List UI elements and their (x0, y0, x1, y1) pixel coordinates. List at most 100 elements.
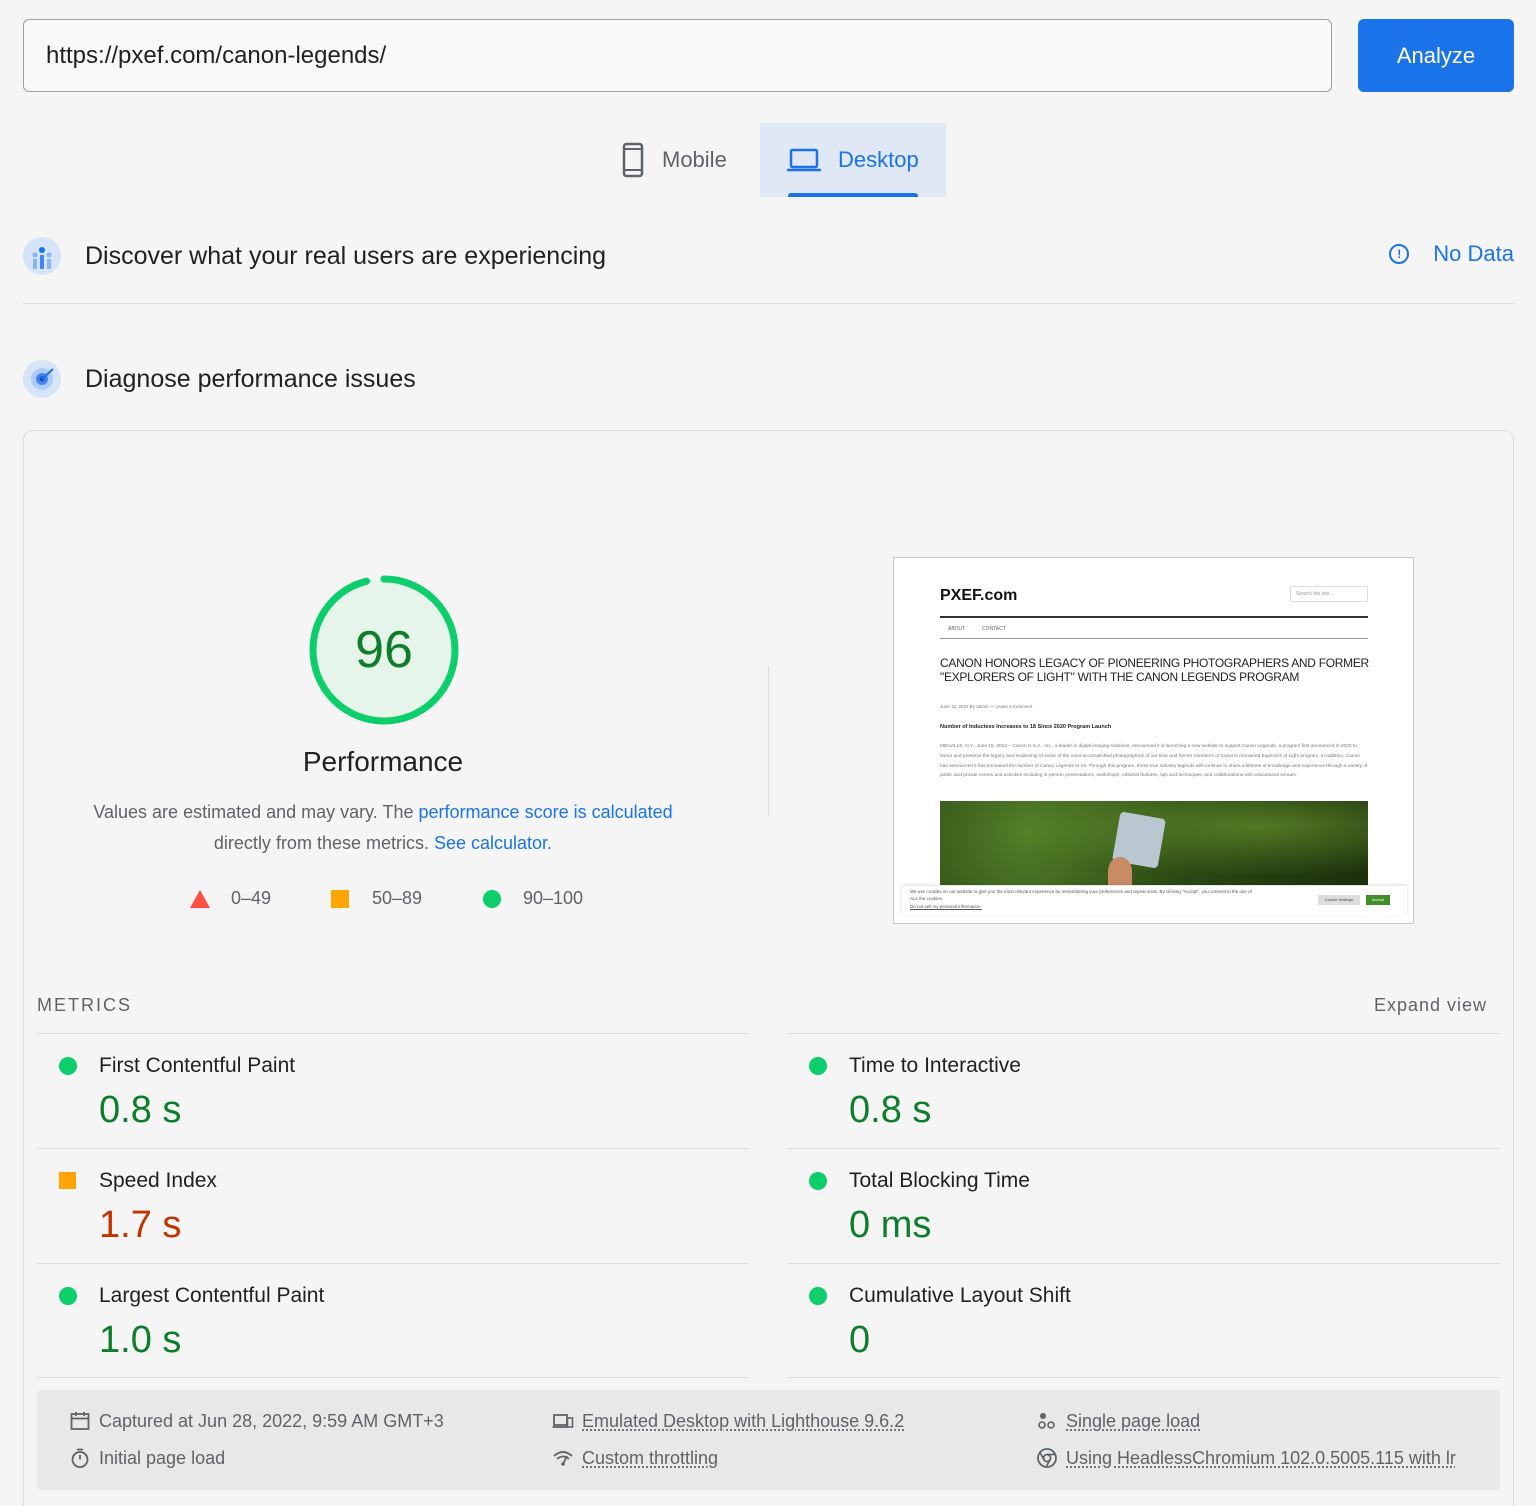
preview-site-name: PXEF.com (940, 587, 1018, 604)
preview-cookie-settings: Cookie Settings (1318, 895, 1360, 905)
metric-divider (37, 1263, 749, 1264)
session-icon (1038, 1413, 1055, 1429)
url-input[interactable] (23, 19, 1332, 92)
initial-load: Initial page load (69, 1447, 225, 1469)
metric-tti-name: Time to Interactive (849, 1054, 1021, 1077)
see-calculator-link[interactable]: See calculator. (434, 833, 552, 853)
laptop-icon (787, 148, 821, 172)
metric-lcp-name: Largest Contentful Paint (99, 1284, 325, 1307)
average-square-icon (59, 1172, 76, 1189)
section-divider (23, 303, 1514, 304)
metric-si-name: Speed Index (99, 1169, 217, 1192)
browser-version-text: Using HeadlessChromium 102.0.5005.115 wi… (1066, 1447, 1456, 1468)
captured-at: Captured at Jun 28, 2022, 9:59 AM GMT+3 (69, 1410, 444, 1432)
good-circle-icon (809, 1172, 827, 1190)
lab-data-title: Diagnose performance issues (85, 364, 416, 393)
emulated-device[interactable]: Emulated Desktop with Lighthouse 9.6.2 (552, 1410, 904, 1432)
metrics-label: METRICS (37, 995, 132, 1015)
legend-poor: 0–49 (190, 888, 271, 909)
field-data-header: Discover what your real users are experi… (23, 237, 606, 275)
legend-average: 50–89 (331, 888, 422, 909)
devices-icon (552, 1414, 574, 1428)
legend-poor-label: 0–49 (231, 888, 272, 908)
throttling[interactable]: Custom throttling (552, 1447, 718, 1469)
tab-mobile[interactable]: Mobile (602, 123, 760, 197)
preview-header-rule (940, 616, 1368, 618)
preview-nav-rule (940, 638, 1368, 639)
metric-cls-name: Cumulative Layout Shift (849, 1284, 1071, 1307)
single-page-load[interactable]: Single page load (1036, 1410, 1200, 1432)
radar-icon (23, 360, 61, 398)
preview-cookie-bar: We use cookies on our website to give yo… (902, 886, 1407, 916)
score-calculated-link[interactable]: performance score is calculated (419, 802, 673, 822)
metric-tti-value: 0.8 s (849, 1089, 932, 1131)
preview-byline: June 15, 2022 By admin — Leave a Comment (940, 704, 1033, 709)
info-icon: ! (1389, 244, 1410, 264)
metric-divider (37, 1148, 749, 1149)
metric-divider (787, 1148, 1500, 1149)
throttling-text: Custom throttling (582, 1447, 719, 1468)
metric-divider (787, 1263, 1500, 1264)
preview-nav-contact: CONTACT (982, 626, 1006, 632)
preview-cookie-link: Do not sell my personal information. (910, 904, 982, 909)
chrome-icon (1037, 1448, 1057, 1468)
performance-score: 96 (355, 621, 413, 679)
desc-mid: directly from these metrics. (213, 833, 434, 853)
preview-subhead: Number of Inductees Increases to 18 Sinc… (940, 724, 1112, 730)
metric-divider (37, 1033, 749, 1034)
performance-description: Values are estimated and may vary. The p… (63, 797, 703, 859)
circle-icon (483, 889, 501, 908)
legend-good-label: 90–100 (523, 888, 584, 908)
vertical-divider (768, 666, 769, 816)
legend-good: 90–100 (483, 888, 583, 909)
captured-at-text: Captured at Jun 28, 2022, 9:59 AM GMT+3 (99, 1410, 444, 1431)
tab-desktop[interactable]: Desktop (760, 123, 946, 197)
metric-divider (787, 1033, 1500, 1034)
no-data-label: No Data (1433, 241, 1514, 266)
preview-nav-about: ABOUT (948, 626, 966, 632)
preview-cookie-text: We use cookies on our website to give yo… (910, 889, 1252, 901)
good-circle-icon (59, 1057, 77, 1075)
good-circle-icon (809, 1287, 827, 1305)
metric-si-value: 1.7 s (99, 1204, 182, 1246)
square-icon (331, 889, 349, 908)
phone-icon (622, 142, 644, 178)
analyze-button[interactable]: Analyze (1358, 19, 1514, 92)
triangle-icon (190, 889, 210, 908)
metric-divider (37, 1377, 749, 1378)
tab-desktop-label: Desktop (838, 147, 919, 172)
metric-cls-value: 0 (849, 1319, 871, 1361)
metric-tbt-value: 0 ms (849, 1204, 932, 1246)
metric-fcp-name: First Contentful Paint (99, 1054, 296, 1077)
timer-icon (71, 1448, 89, 1468)
legend-average-label: 50–89 (372, 888, 423, 908)
metric-tbt-name: Total Blocking Time (849, 1169, 1030, 1192)
field-data-title: Discover what your real users are experi… (85, 241, 607, 270)
preview-photo (940, 801, 1368, 885)
expand-view-button[interactable]: Expand view (1374, 995, 1487, 1016)
metric-divider (787, 1377, 1500, 1378)
desc-prefix: Values are estimated and may vary. The (93, 802, 419, 822)
runtime-settings-footer (37, 1390, 1500, 1490)
tab-mobile-label: Mobile (662, 147, 727, 172)
good-circle-icon (59, 1287, 77, 1305)
initial-load-text: Initial page load (99, 1447, 226, 1468)
signal-icon (553, 1451, 573, 1466)
metric-lcp-value: 1.0 s (99, 1319, 182, 1361)
metric-fcp-value: 0.8 s (99, 1089, 182, 1131)
preview-headline: CANON HONORS LEGACY OF PIONEERING PHOTOG… (940, 656, 1369, 684)
preview-body: MELVILLE, N.Y., June 15, 2022 – Canon U.… (940, 744, 1368, 779)
single-page-load-text: Single page load (1066, 1410, 1201, 1431)
lab-data-header: Diagnose performance issues (23, 360, 416, 398)
users-icon (23, 237, 61, 275)
emulated-device-text: Emulated Desktop with Lighthouse 9.6.2 (582, 1410, 905, 1431)
no-data-link[interactable]: ! No Data (1389, 241, 1514, 267)
calendar-icon (70, 1412, 90, 1430)
performance-title: Performance (302, 746, 464, 777)
preview-cookie-accept: Accept (1366, 895, 1390, 905)
tab-active-indicator (788, 193, 918, 197)
browser-version[interactable]: Using HeadlessChromium 102.0.5005.115 wi… (1036, 1447, 1456, 1469)
preview-search: Search the site ... (1290, 586, 1368, 602)
final-screenshot: PXEF.com Search the site ... ABOUT CONTA… (893, 557, 1414, 924)
good-circle-icon (809, 1057, 827, 1075)
